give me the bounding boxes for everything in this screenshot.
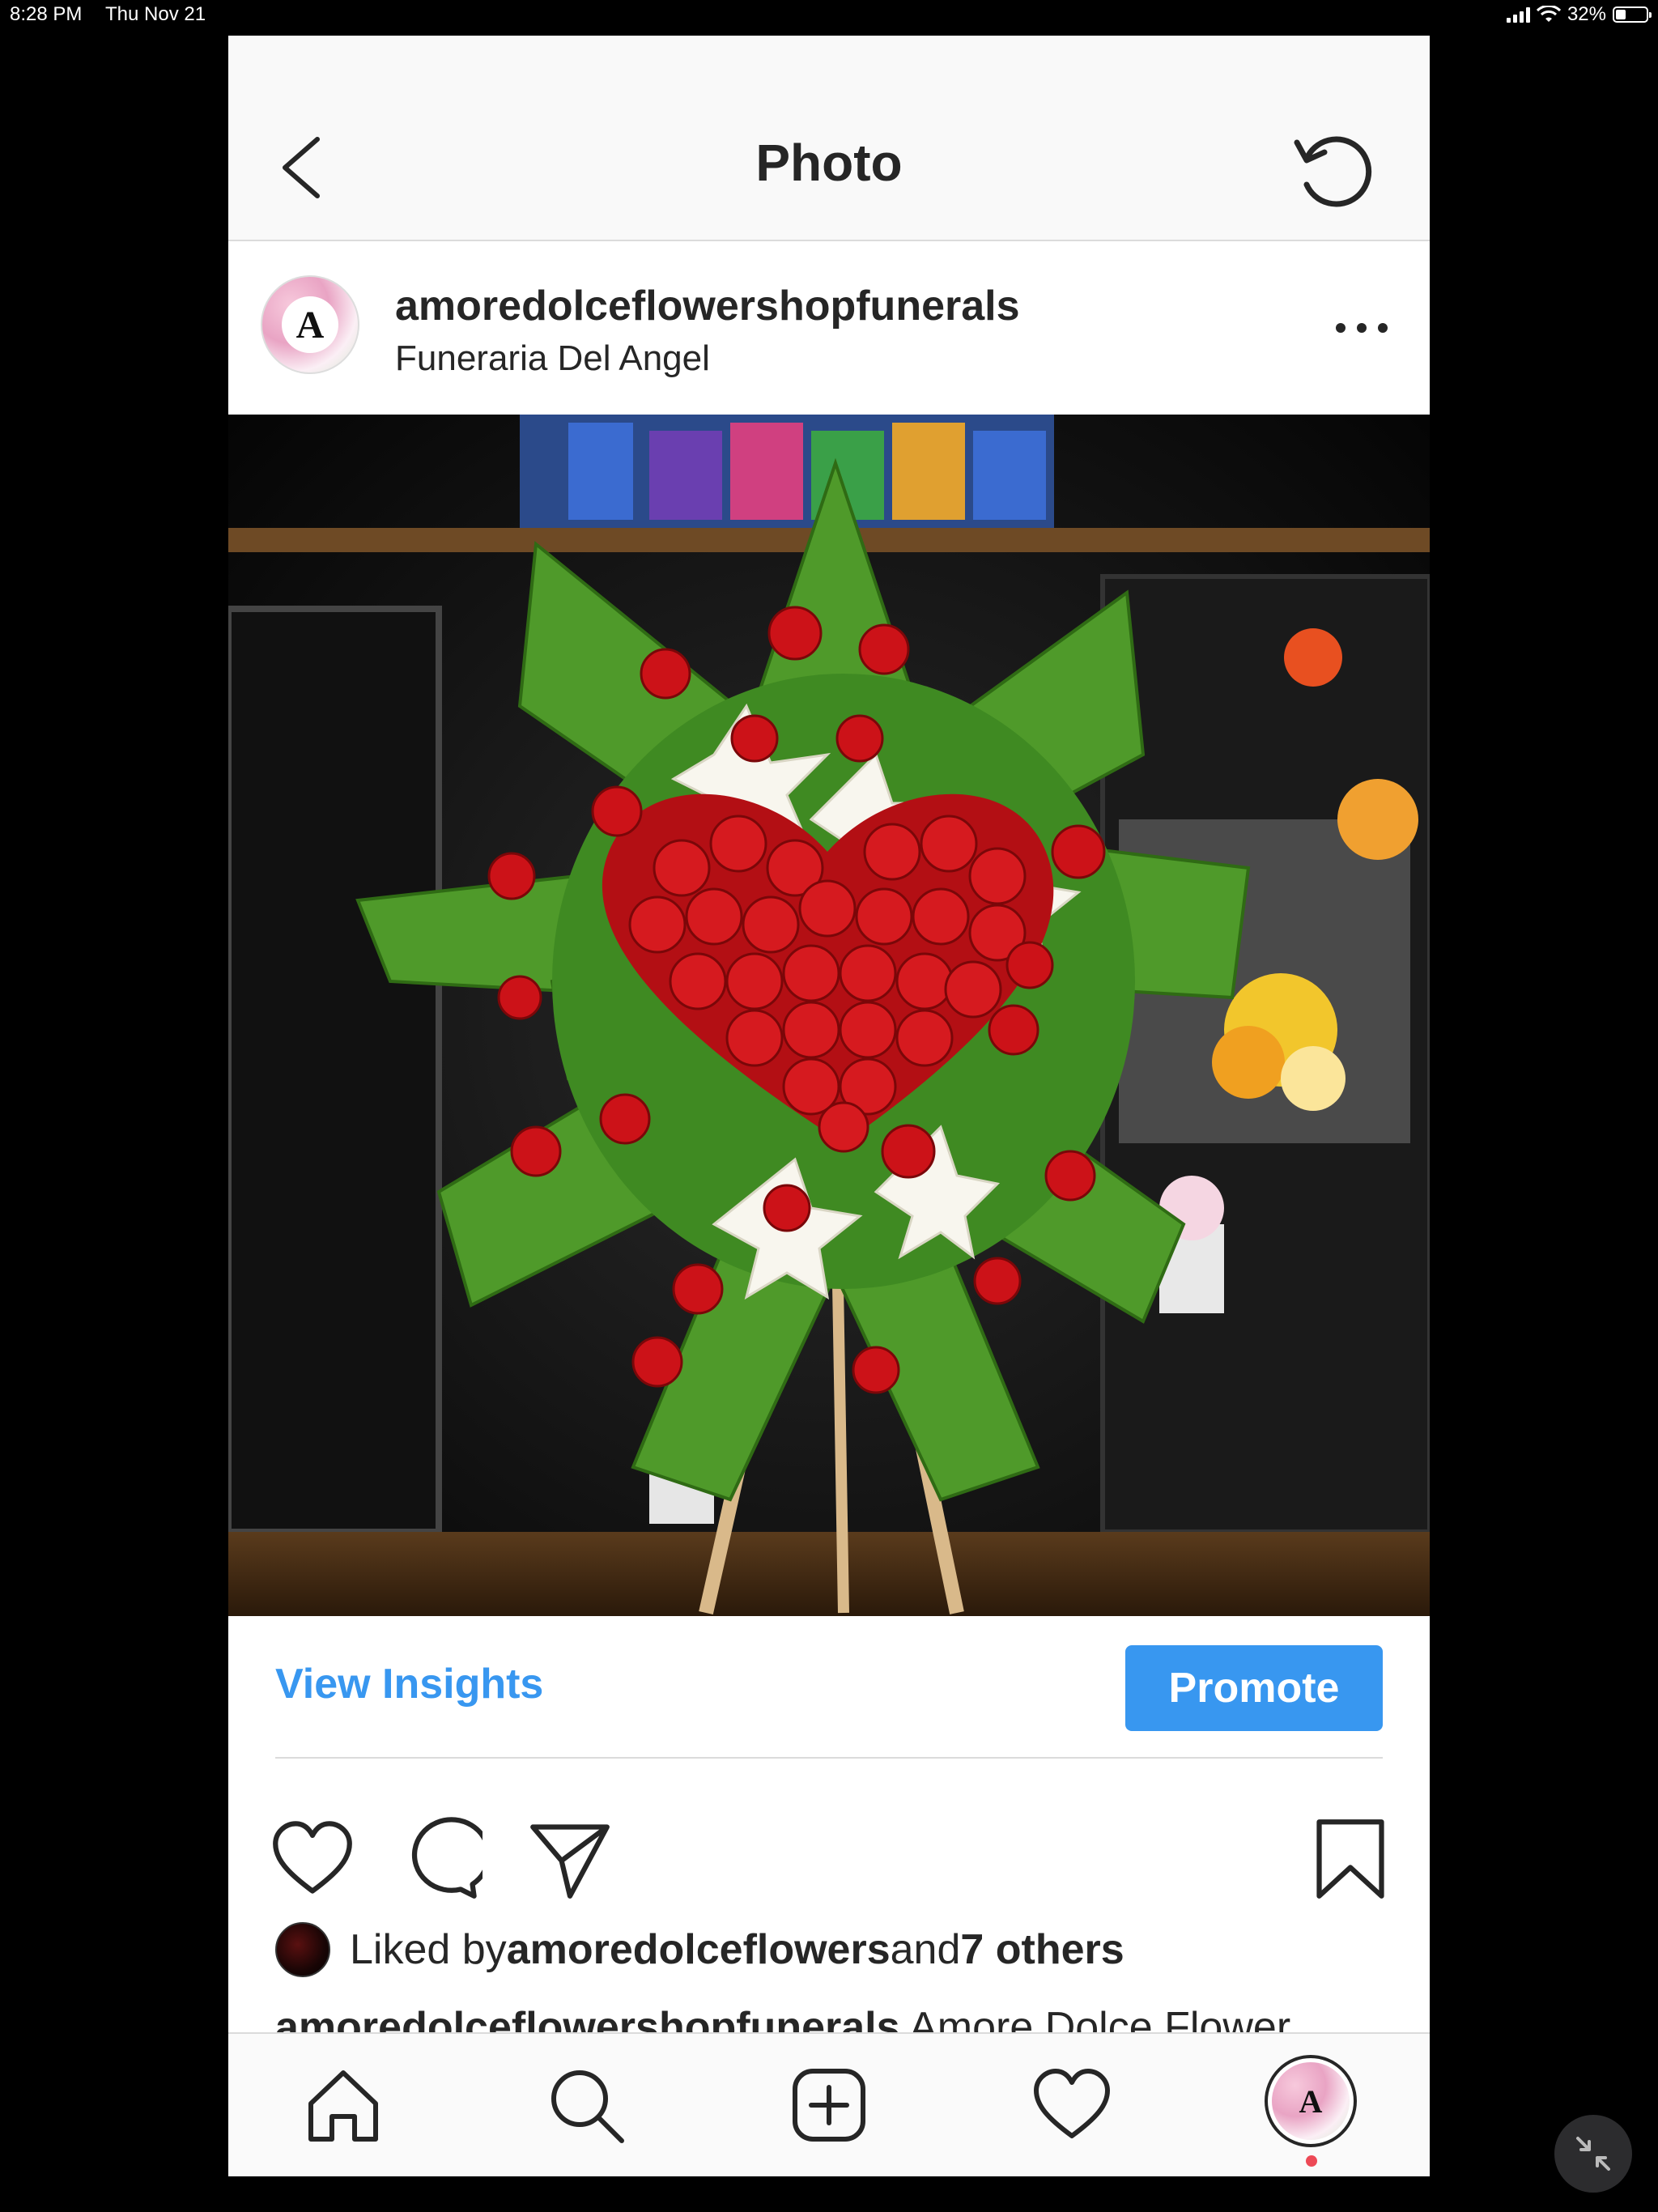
post-actions xyxy=(228,1817,1430,1914)
home-icon[interactable] xyxy=(303,2065,384,2146)
profile-avatar: A xyxy=(1272,2062,1350,2140)
battery-level xyxy=(1616,10,1626,19)
profile-tab[interactable]: A xyxy=(1265,2055,1357,2147)
notification-dot xyxy=(1306,2155,1317,2167)
likes-middle: and xyxy=(890,1926,961,1973)
bookmark-icon[interactable] xyxy=(1312,1817,1389,1901)
nav-bar: Photo xyxy=(228,36,1430,241)
minimize-button[interactable] xyxy=(1554,2115,1632,2193)
status-time: 8:28 PM xyxy=(10,3,83,25)
battery-percent: 32% xyxy=(1567,3,1606,25)
promote-button[interactable]: Promote xyxy=(1125,1645,1383,1731)
view-insights-link[interactable]: View Insights xyxy=(275,1660,543,1708)
comment-icon[interactable] xyxy=(398,1817,483,1901)
status-date: Thu Nov 21 xyxy=(105,3,206,25)
likes-others[interactable]: 7 others xyxy=(960,1925,1124,1974)
post-photo[interactable] xyxy=(228,415,1430,1616)
activity-heart-icon[interactable] xyxy=(1031,2065,1112,2146)
refresh-icon[interactable] xyxy=(1289,126,1378,215)
post-username[interactable]: amoredolceflowershopfunerals xyxy=(395,282,1020,330)
collapse-arrows-icon xyxy=(1576,2137,1610,2171)
post-header: A amoredolceflowershopfunerals Funeraria… xyxy=(228,241,1430,415)
heart-icon[interactable] xyxy=(270,1817,355,1901)
instagram-app: Photo A amoredolceflowershopfunerals Fun… xyxy=(228,36,1430,2176)
status-right: 32% xyxy=(1506,3,1652,26)
tab-bar: A xyxy=(228,2032,1430,2176)
avatar[interactable]: A xyxy=(261,275,359,374)
liker-avatar[interactable] xyxy=(275,1922,330,1977)
likes-user[interactable]: amoredolceflowers xyxy=(507,1925,891,1974)
insights-bar: View Insights Promote xyxy=(228,1616,1430,1757)
divider xyxy=(275,1757,1383,1759)
flower-arrangement-image xyxy=(228,415,1430,1616)
search-icon[interactable] xyxy=(546,2065,627,2146)
add-post-icon[interactable] xyxy=(789,2065,869,2146)
signal-icon xyxy=(1506,6,1530,23)
more-icon[interactable] xyxy=(1329,316,1394,340)
status-bar: 8:28 PM Thu Nov 21 32% xyxy=(0,0,1658,32)
battery-icon xyxy=(1613,6,1652,23)
likes-summary[interactable]: Liked by amoredolceflowers and 7 others xyxy=(275,1917,1124,1982)
avatar-letter: A xyxy=(282,296,338,353)
page-title: Photo xyxy=(755,134,903,192)
wifi-icon xyxy=(1536,6,1561,22)
post-location[interactable]: Funeraria Del Angel xyxy=(395,338,710,379)
likes-prefix: Liked by xyxy=(350,1926,507,1973)
send-icon[interactable] xyxy=(528,1817,612,1901)
